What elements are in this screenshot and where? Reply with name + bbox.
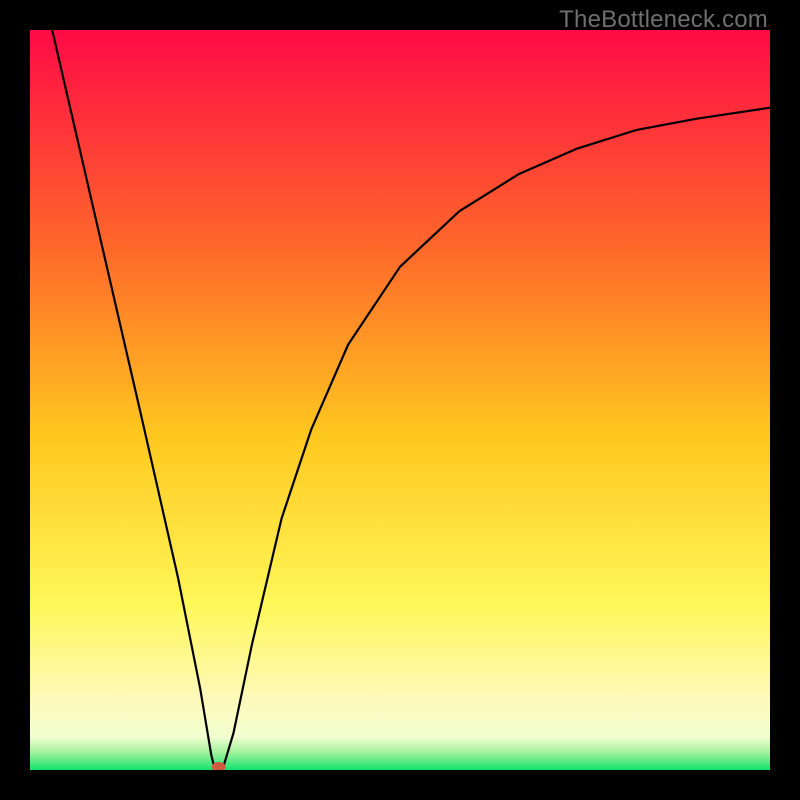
bottleneck-chart: [30, 30, 770, 770]
chart-background: [30, 30, 770, 770]
chart-frame: [30, 30, 770, 770]
